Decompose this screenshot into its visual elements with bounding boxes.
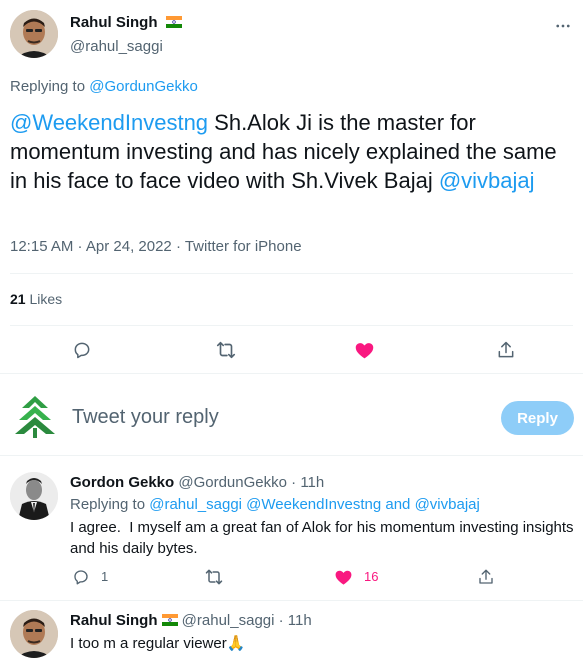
author-name[interactable]: Rahul Singh [70,14,158,31]
mention-vivbajaj[interactable]: @vivbajaj [439,168,535,193]
replying-to-link[interactable]: @GordunGekko [89,78,198,95]
divider [0,373,583,374]
reply2-author-handle[interactable]: @rahul_saggi [182,612,275,629]
india-flag-icon [165,16,182,28]
reply1-replying-to: Replying to @rahul_saggi @WeekendInvestn… [70,496,480,513]
replying-to-line: Replying to @GordunGekko [10,78,198,95]
reply1-author-name[interactable]: Gordon Gekko [70,474,174,491]
reply1-reply-count: 1 [101,569,109,584]
reply1-replying-label: Replying to [70,496,146,513]
author-name-row: Rahul Singh [70,14,182,31]
reply1-text: I agree. I myself am a great fan of Alok… [70,519,578,557]
divider [10,273,573,274]
reply2-avatar[interactable] [10,610,58,658]
reply2-author-name[interactable]: Rahul Singh [70,612,158,629]
tweet-meta: 12:15 AM · Apr 24, 2022 · Twitter for iP… [10,238,302,255]
brand-logo-icon [12,394,58,440]
reply2-header: Rahul Singh @rahul_saggi · 11h [70,612,312,629]
tweet-text: @WeekendInvestng Sh.Alok Ji is the maste… [10,108,575,195]
heart-icon[interactable] [352,338,376,362]
replying-to-label: Replying to [10,78,86,95]
reply1-heart-icon[interactable] [332,566,354,588]
author-handle[interactable]: @rahul_saggi [70,38,163,55]
likes-stat[interactable]: 21 Likes [10,291,62,307]
reply1-mentions-a[interactable]: @rahul_saggi @WeekendInvestng [149,496,381,513]
share-icon[interactable] [494,338,518,362]
reply1-mentions-b[interactable]: @vivbajaj [415,496,480,513]
divider [0,455,583,456]
reply1-share-icon[interactable] [475,566,497,588]
reply1-author-handle[interactable]: @GordunGekko [178,474,287,491]
reply1-header: Gordon Gekko @GordunGekko · 11h [70,474,324,491]
reply1-time[interactable]: · 11h [291,474,324,491]
divider [10,325,573,326]
reply1-and: and [385,496,411,513]
reply-icon[interactable] [70,338,94,362]
divider [0,600,583,601]
likes-label: Likes [29,291,63,307]
likes-count: 21 [10,291,26,307]
reply-input[interactable]: Tweet your reply [72,406,472,429]
reply2-text: I too m a regular viewer [70,635,227,652]
reply1-avatar[interactable] [10,472,58,520]
reply1-reply-icon[interactable] [70,566,92,588]
reply1-like-count: 16 [364,569,379,584]
india-flag-icon [161,614,178,626]
retweet-icon[interactable] [214,338,238,362]
more-icon[interactable] [553,16,573,36]
reply-button[interactable]: Reply [501,401,574,435]
reply-button-label: Reply [517,409,558,427]
reply2-time[interactable]: · 11h [279,612,312,629]
mention-weekendinvestng[interactable]: @WeekendInvestng [10,110,208,135]
reply2-text-row: I too m a regular viewer🙏 [70,634,245,652]
author-avatar[interactable] [10,10,58,58]
reply1-retweet-icon[interactable] [203,566,225,588]
praying-hands-icon: 🙏 [226,635,246,652]
